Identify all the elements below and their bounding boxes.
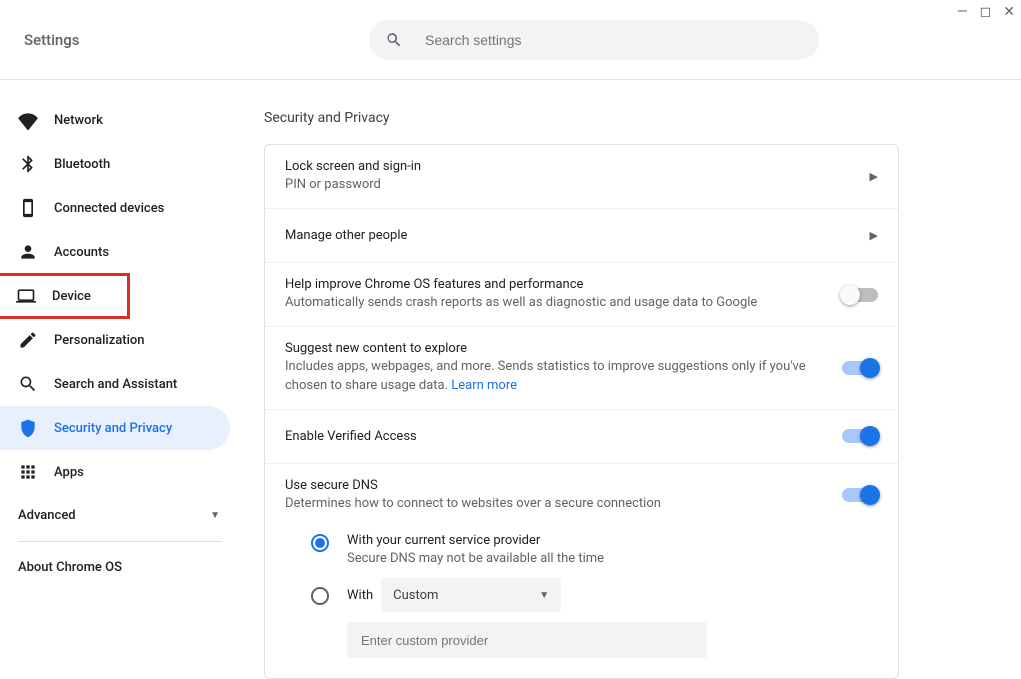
shield-icon xyxy=(18,418,38,438)
row-subtitle: PIN or password xyxy=(285,176,870,194)
header: Settings xyxy=(0,0,1021,80)
edit-icon xyxy=(18,330,38,350)
radio-button[interactable] xyxy=(311,587,329,605)
row-title: Manage other people xyxy=(285,228,870,243)
row-title: Lock screen and sign-in xyxy=(285,159,870,174)
sidebar-item-apps[interactable]: Apps xyxy=(0,450,230,494)
radio-sublabel: Secure DNS may not be available all the … xyxy=(347,550,604,568)
sidebar-item-search-assistant[interactable]: Search and Assistant xyxy=(0,362,230,406)
sidebar-item-accounts[interactable]: Accounts xyxy=(0,230,230,274)
row-lock-screen[interactable]: Lock screen and sign-in PIN or password … xyxy=(265,145,898,209)
search-icon xyxy=(385,31,403,49)
select-value: Custom xyxy=(393,588,438,603)
sidebar: Network Bluetooth Connected devices Acco… xyxy=(0,80,240,679)
section-title: Security and Privacy xyxy=(264,110,997,126)
sidebar-item-label: Connected devices xyxy=(54,201,164,216)
sidebar-item-label: Accounts xyxy=(54,245,109,260)
phone-icon xyxy=(18,198,38,218)
maximize-icon[interactable]: ◻ xyxy=(980,4,992,20)
grid-icon xyxy=(18,462,38,482)
search-input[interactable] xyxy=(423,31,803,49)
sidebar-item-label: Search and Assistant xyxy=(54,377,177,392)
sidebar-item-label: Network xyxy=(54,113,103,128)
minimize-icon[interactable]: — xyxy=(957,4,968,20)
settings-card: Lock screen and sign-in PIN or password … xyxy=(264,144,899,679)
sidebar-item-label: Personalization xyxy=(54,333,145,348)
magnifier-icon xyxy=(18,374,38,394)
radio-button[interactable] xyxy=(311,534,329,552)
row-manage-people[interactable]: Manage other people ▶ xyxy=(265,209,898,263)
sidebar-item-label: Security and Privacy xyxy=(54,421,172,436)
row-title: Help improve Chrome OS features and perf… xyxy=(285,277,842,292)
dns-custom-input-wrapper xyxy=(347,622,707,658)
bluetooth-icon xyxy=(18,154,38,174)
wifi-icon xyxy=(18,110,38,130)
search-field[interactable] xyxy=(369,20,819,60)
row-secure-dns: Use secure DNS Determines how to connect… xyxy=(265,464,898,519)
sidebar-item-personalization[interactable]: Personalization xyxy=(0,318,230,362)
toggle-suggest-content[interactable] xyxy=(842,361,878,375)
row-subtitle: Includes apps, webpages, and more. Sends… xyxy=(285,358,842,394)
sidebar-item-label: Bluetooth xyxy=(54,157,110,172)
sidebar-advanced-toggle[interactable]: Advanced ▼ xyxy=(0,494,240,537)
row-title: Use secure DNS xyxy=(285,478,842,493)
row-subtitle: Determines how to connect to websites ov… xyxy=(285,495,842,513)
row-suggest-content: Suggest new content to explore Includes … xyxy=(265,327,898,409)
chevron-right-icon: ▶ xyxy=(870,170,878,183)
laptop-icon xyxy=(16,286,36,306)
sidebar-item-connected-devices[interactable]: Connected devices xyxy=(0,186,230,230)
dns-provider-select[interactable]: Custom ▼ xyxy=(381,578,561,612)
learn-more-link[interactable]: Learn more xyxy=(451,378,517,393)
row-subtitle: Automatically sends crash reports as wel… xyxy=(285,294,842,312)
sidebar-item-label: Device xyxy=(52,289,91,304)
person-icon xyxy=(18,242,38,262)
radio-label: With your current service provider xyxy=(347,533,604,548)
toggle-verified-access[interactable] xyxy=(842,429,878,443)
dns-option-current-provider[interactable]: With your current service provider Secur… xyxy=(311,533,878,568)
row-title: Enable Verified Access xyxy=(285,429,842,444)
window-controls: — ◻ ✕ xyxy=(957,4,1015,20)
row-crash-reports: Help improve Chrome OS features and perf… xyxy=(265,263,898,327)
chevron-down-icon: ▼ xyxy=(210,510,220,521)
sidebar-item-bluetooth[interactable]: Bluetooth xyxy=(0,142,230,186)
row-verified-access: Enable Verified Access xyxy=(265,410,898,464)
about-label: About Chrome OS xyxy=(18,560,122,575)
chevron-down-icon: ▼ xyxy=(539,590,549,601)
close-icon[interactable]: ✕ xyxy=(1003,4,1015,20)
dns-custom-input[interactable] xyxy=(359,632,695,649)
chevron-right-icon: ▶ xyxy=(870,229,878,242)
toggle-crash-reports[interactable] xyxy=(842,288,878,302)
dns-options: With your current service provider Secur… xyxy=(265,519,898,678)
dns-option-custom[interactable]: With Custom ▼ xyxy=(311,578,878,612)
sidebar-item-security-privacy[interactable]: Security and Privacy xyxy=(0,406,230,450)
sidebar-item-device[interactable]: Device xyxy=(0,274,129,318)
advanced-label: Advanced xyxy=(18,508,76,523)
sidebar-about[interactable]: About Chrome OS xyxy=(0,546,240,589)
sidebar-item-network[interactable]: Network xyxy=(0,98,230,142)
page-title: Settings xyxy=(24,31,369,49)
row-title: Suggest new content to explore xyxy=(285,341,842,356)
sidebar-item-label: Apps xyxy=(54,465,84,480)
radio-label: With xyxy=(347,588,373,603)
content-area: Security and Privacy Lock screen and sig… xyxy=(240,80,1021,679)
toggle-secure-dns[interactable] xyxy=(842,488,878,502)
divider xyxy=(18,541,222,542)
